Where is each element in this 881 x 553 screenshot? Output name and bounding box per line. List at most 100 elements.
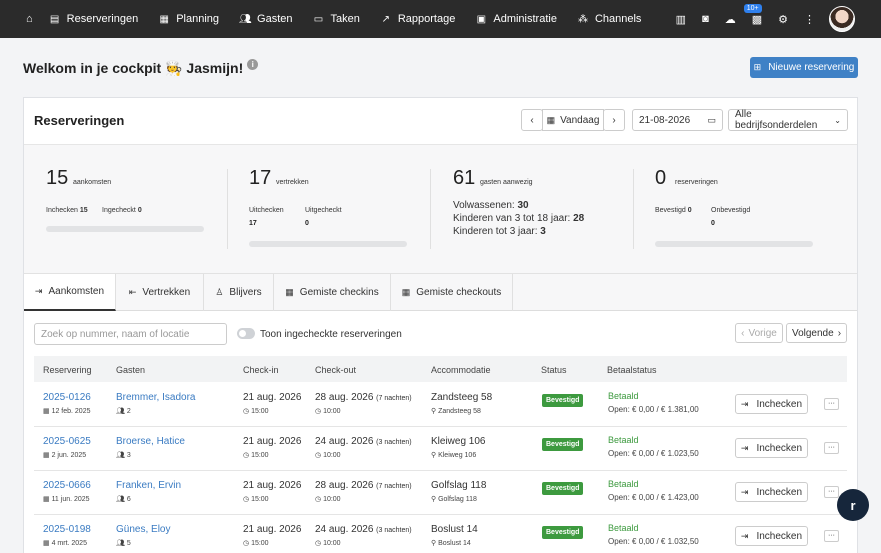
confirmed-count: Bevestigd 0 <box>655 207 692 214</box>
status-badge: Bevestigd <box>542 482 584 495</box>
column-header[interactable]: Check-in <box>243 365 279 375</box>
guest-count: 👥︎ 3 <box>116 452 131 459</box>
divider <box>633 169 634 249</box>
divider <box>227 169 228 249</box>
today-button[interactable]: ▦ Vandaag <box>542 109 604 131</box>
date-field[interactable]: 21-08-2026 ▭ <box>632 109 723 131</box>
reservation-date: ▦ 11 jun. 2025 <box>43 496 90 503</box>
next-page-button[interactable]: Volgende › <box>786 323 847 343</box>
reservation-number-link[interactable]: 2025-0126 <box>43 392 91 403</box>
book-icon: ▤ <box>49 13 60 25</box>
more-options-button[interactable]: ··· <box>824 442 839 454</box>
guest-count: 👥︎ 6 <box>116 496 131 503</box>
nav-administratie[interactable]: ▣ Administratie <box>475 0 557 38</box>
calendar-icon: ▦ <box>43 496 52 503</box>
users-icon: 👥︎ <box>116 540 127 547</box>
reservation-number-link[interactable]: 2025-0666 <box>43 480 91 491</box>
tab-gemiste-checkouts[interactable]: ▦ Gemiste checkouts <box>391 274 513 311</box>
sign-in-icon: ⇥ <box>740 398 749 409</box>
gear-icon[interactable]: ⚙ <box>778 13 788 26</box>
accommodation-name: Boslust 14 <box>431 524 478 535</box>
nav-gasten[interactable]: 👥︎ Gasten <box>239 0 292 38</box>
column-header[interactable]: Reservering <box>43 365 92 375</box>
reservation-number-link[interactable]: 2025-0625 <box>43 436 91 447</box>
calendar-missed-icon: ▦ <box>401 287 411 297</box>
guest-name-link[interactable]: Bremmer, Isadora <box>116 392 195 403</box>
tab-aankomsten[interactable]: ⇥ Aankomsten <box>24 274 116 311</box>
search-input[interactable]: Zoek op nummer, naam of locatie <box>34 323 227 345</box>
invoice-icon: ▣ <box>476 13 487 25</box>
column-header[interactable]: Accommodatie <box>431 365 491 375</box>
new-reservation-button[interactable]: ⊞ Nieuwe reservering <box>750 57 858 78</box>
status-badge: Bevestigd <box>542 526 584 539</box>
column-header[interactable]: Status <box>541 365 567 375</box>
checkout-time: ◷ 10:00 <box>315 408 341 415</box>
checkedin-count: Ingecheckt 0 <box>102 207 142 214</box>
info-icon[interactable]: i <box>247 59 259 70</box>
chat-launcher-button[interactable]: r <box>837 489 869 521</box>
adults-count: Volwassenen: 30 <box>453 200 529 211</box>
tab-blijvers[interactable]: ♙ Blijvers <box>204 274 274 311</box>
previous-page-button[interactable]: ‹ Vorige <box>735 323 783 343</box>
nav-taken[interactable]: ▭ Taken <box>313 0 360 38</box>
more-options-button[interactable]: ··· <box>824 398 839 410</box>
accommodation-name: Kleiweg 106 <box>431 436 486 447</box>
next-day-button[interactable]: › <box>603 109 625 131</box>
reservations-card: Reserveringen ‹ ▦ Vandaag › 21-08-2026 ▭ A… <box>23 97 858 553</box>
nav-reserveringen[interactable]: ▤ Reserveringen <box>49 0 138 38</box>
show-checked-in-toggle[interactable] <box>237 328 255 339</box>
reservation-date: ▦ 12 feb. 2025 <box>43 408 91 415</box>
department-select[interactable]: Alle bedrijfsonderdelen ⌄ <box>728 109 848 131</box>
checkedout-value: 0 <box>305 220 309 227</box>
stats-panel: 15 aankomsten Inchecken 15 Ingecheckt 0 … <box>24 144 857 274</box>
column-header[interactable]: Gasten <box>116 365 145 375</box>
cash-register-icon[interactable]: ▥ <box>676 13 686 26</box>
checkin-button[interactable]: ⇥ Inchecken <box>735 394 808 414</box>
checkout-date: 28 aug. 2026 (7 nachten) <box>315 392 412 403</box>
guest-name-link[interactable]: Broerse, Hatice <box>116 436 185 447</box>
divider <box>430 169 431 249</box>
tab-gemiste-checkins[interactable]: ▦ Gemiste checkins <box>274 274 391 311</box>
sign-in-icon: ⇥ <box>740 530 749 541</box>
checkin-button[interactable]: ⇥ Inchecken <box>735 526 808 546</box>
sign-in-icon: ⇥ <box>740 486 749 497</box>
gift-icon[interactable]: ▩ 10+ <box>743 3 762 26</box>
accommodation-location: ⚲ Golfslag 118 <box>431 496 477 503</box>
more-options-button[interactable]: ··· <box>824 530 839 542</box>
clock-icon: ◷ <box>315 408 324 415</box>
checkin-button[interactable]: ⇥ Inchecken <box>735 438 808 458</box>
home-icon[interactable]: ⌂ <box>26 0 33 38</box>
guest-name-link[interactable]: Günes, Eloy <box>116 524 170 535</box>
avatar[interactable] <box>829 6 855 32</box>
clock-icon: ◷ <box>243 540 252 547</box>
guest-count: 👥︎ 5 <box>116 540 131 547</box>
more-vertical-icon[interactable]: ⋮ <box>804 13 815 26</box>
checkin-button[interactable]: ⇥ Inchecken <box>735 482 808 502</box>
camera-icon[interactable]: ◙ <box>702 13 709 25</box>
previous-day-button[interactable]: ‹ <box>521 109 543 131</box>
checkin-time: ◷ 15:00 <box>243 408 269 415</box>
cloud-download-icon[interactable]: ☁ <box>725 13 736 26</box>
table-row: 2025-0625 ▦ 2 jun. 2025 Broerse, Hatice … <box>34 427 847 471</box>
guest-count: 👥︎ 2 <box>116 408 131 415</box>
calendar-missed-icon: ▦ <box>285 287 294 297</box>
more-options-button[interactable]: ··· <box>824 486 839 498</box>
reservation-number-link[interactable]: 2025-0198 <box>43 524 91 535</box>
users-icon: 👥︎ <box>116 408 127 415</box>
person-icon: ♙ <box>215 287 224 297</box>
nav-rapportage[interactable]: ↗ Rapportage <box>380 0 456 38</box>
column-header[interactable]: Check-out <box>315 365 356 375</box>
accommodation-name: Zandsteeg 58 <box>431 392 493 403</box>
tab-vertrekken[interactable]: ⇤ Vertrekken <box>116 274 204 311</box>
table-row: 2025-0198 ▦ 4 mrt. 2025 Günes, Eloy 👥︎ 5… <box>34 515 847 553</box>
nav-channels[interactable]: ⁂ Channels <box>577 0 641 38</box>
checkin-date: 21 aug. 2026 <box>243 392 302 403</box>
nav-planning[interactable]: ▦ Planning <box>158 0 219 38</box>
table-header: Reservering Gasten Check-in Check-out Ac… <box>34 356 847 382</box>
calendar-icon: ▦ <box>43 408 52 415</box>
column-header[interactable]: Betaalstatus <box>607 365 657 375</box>
progress-bar <box>249 241 407 247</box>
checkin-date: 21 aug. 2026 <box>243 436 302 447</box>
table-row: 2025-0666 ▦ 11 jun. 2025 Franken, Ervin … <box>34 471 847 515</box>
guest-name-link[interactable]: Franken, Ervin <box>116 480 181 491</box>
